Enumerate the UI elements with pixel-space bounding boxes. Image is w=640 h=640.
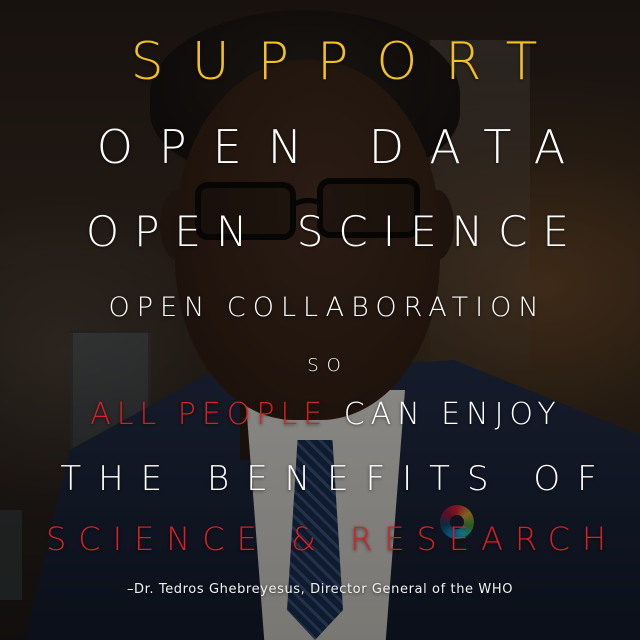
headline-support: SUPPORT bbox=[130, 32, 566, 92]
line-open-data: OPEN DATA bbox=[96, 120, 592, 174]
poster: SUPPORT OPEN DATA OPEN SCIENCE OPEN COLL… bbox=[0, 0, 640, 640]
line-the-benefits-of: THE BENEFITS OF bbox=[60, 459, 614, 499]
line-all-people-can-enjoy: ALL PEOPLE CAN ENJOY bbox=[0, 397, 640, 432]
line-open-collaboration: OPEN COLLABORATION bbox=[108, 292, 546, 323]
line-open-science: OPEN SCIENCE bbox=[0, 207, 640, 256]
attribution: –Dr. Tedros Ghebreyesus, Director Genera… bbox=[126, 582, 514, 597]
phrase-can-enjoy: CAN ENJOY bbox=[343, 397, 562, 432]
word-open: OPEN bbox=[86, 207, 263, 256]
quote-text: SUPPORT OPEN DATA OPEN SCIENCE OPEN COLL… bbox=[0, 0, 640, 640]
phrase-all-people: ALL PEOPLE bbox=[90, 397, 329, 432]
word-science: SCIENCE bbox=[296, 207, 584, 256]
line-science-research: SCIENCE & RESEARCH bbox=[45, 520, 619, 558]
line-so: SO bbox=[307, 355, 349, 376]
